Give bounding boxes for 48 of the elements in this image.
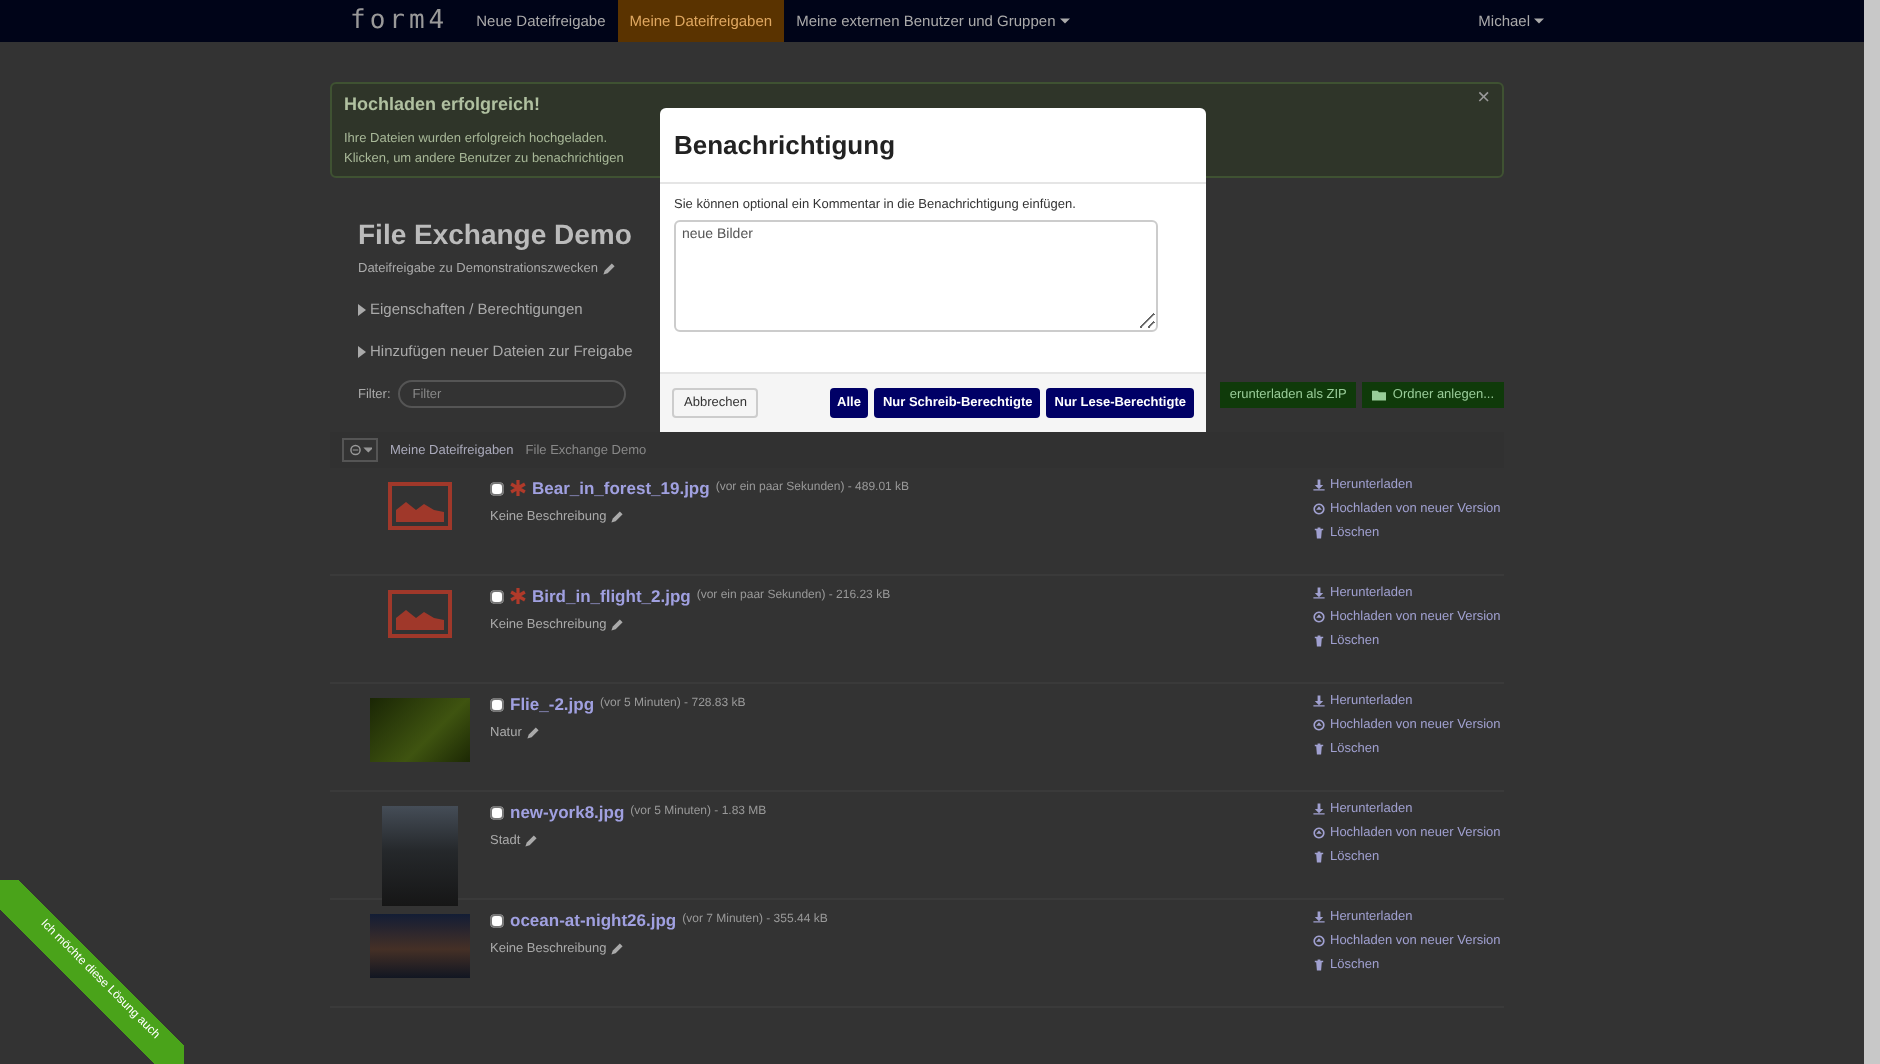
file-checkbox[interactable] [490, 697, 504, 711]
file-checkbox[interactable] [490, 913, 504, 927]
trash-icon [1312, 526, 1326, 540]
download-icon [1312, 802, 1326, 816]
scrollbar[interactable] [1864, 0, 1880, 1064]
logo[interactable]: form4 [350, 0, 449, 42]
view-toggle-button[interactable] [342, 438, 378, 462]
download-icon [1312, 910, 1326, 924]
image-icon [388, 590, 452, 638]
triangle-icon [358, 303, 366, 315]
pencil-icon [525, 726, 540, 740]
photo-placeholder [370, 914, 470, 978]
file-name-link[interactable]: ocean-at-night26.jpg [510, 910, 677, 930]
dialog-title: Benachrichtigung [674, 130, 896, 160]
circle-arrow-icon [1312, 826, 1326, 840]
circle-arrow-icon [1312, 610, 1326, 624]
download-icon [1312, 586, 1326, 600]
pencil-icon [610, 510, 625, 524]
share-title: File Exchange Demo [358, 218, 632, 250]
file-name-link[interactable]: Bear_in_forest_19.jpg [532, 478, 710, 498]
circle-arrow-icon [1312, 502, 1326, 516]
file-name-link[interactable]: Bird_in_flight_2.jpg [532, 586, 691, 606]
download-icon [1312, 478, 1326, 492]
folder-icon [1372, 387, 1387, 401]
pencil-icon [524, 834, 539, 848]
trash-icon [1312, 958, 1326, 972]
triangle-icon [358, 345, 366, 357]
file-checkbox[interactable] [490, 589, 504, 603]
pencil-icon [601, 262, 616, 276]
file-name-link[interactable]: new-york8.jpg [510, 802, 625, 822]
trash-icon [1312, 742, 1326, 756]
close-button[interactable]: × [1477, 88, 1490, 110]
file-checkbox[interactable] [490, 481, 504, 495]
list-icon [349, 444, 371, 456]
trash-icon [1312, 634, 1326, 648]
circle-arrow-icon [1312, 718, 1326, 732]
alert-title: Hochladen erfolgreich! [344, 94, 541, 114]
file-name-link[interactable]: Flie_-2.jpg [510, 694, 595, 714]
caret-icon [1534, 18, 1544, 24]
file-checkbox[interactable] [490, 805, 504, 819]
circle-arrow-icon [1312, 934, 1326, 948]
image-icon [388, 482, 452, 530]
trash-icon [1312, 850, 1326, 864]
photo-placeholder [382, 806, 458, 906]
pencil-icon [610, 942, 625, 956]
download-icon [1312, 694, 1326, 708]
pencil-icon [610, 618, 625, 632]
photo-placeholder [370, 698, 470, 762]
